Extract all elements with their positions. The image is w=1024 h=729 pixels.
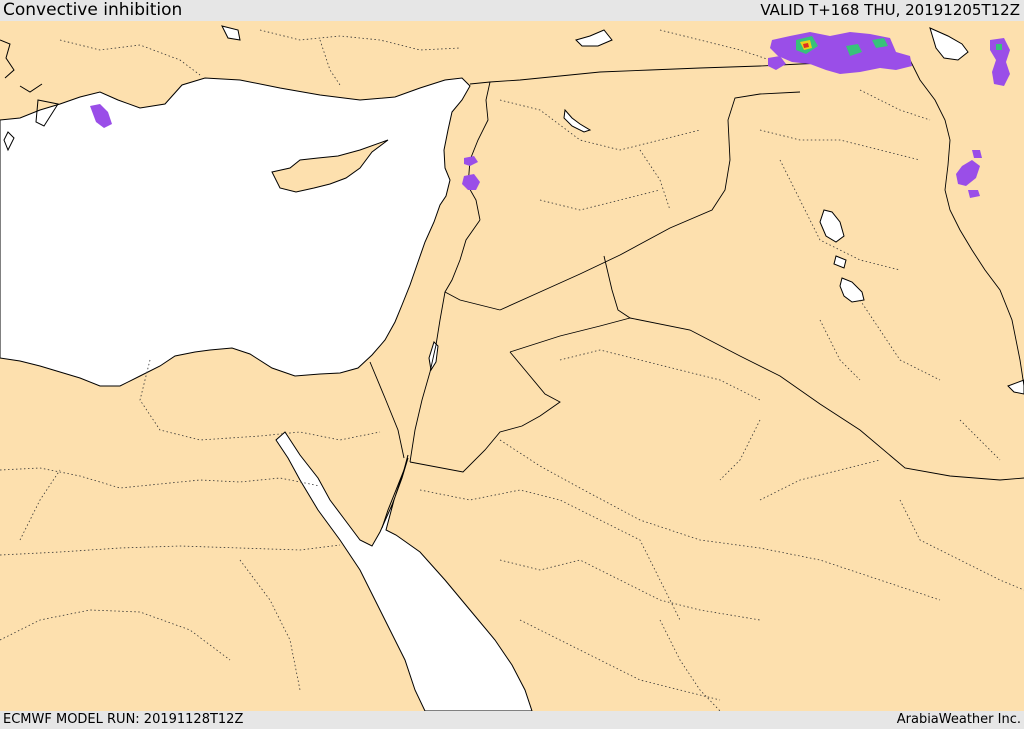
model-run: ECMWF MODEL RUN: 20191128T12Z [3, 712, 244, 727]
valid-time: VALID T+168 THU, 20191205T12Z [760, 1, 1020, 19]
map-title: Convective inhibition [3, 0, 183, 20]
cin-patch-iran-north-core [996, 44, 1002, 50]
weather-map [0, 21, 1024, 711]
credit-text: ArabiaWeather Inc. [896, 712, 1021, 727]
